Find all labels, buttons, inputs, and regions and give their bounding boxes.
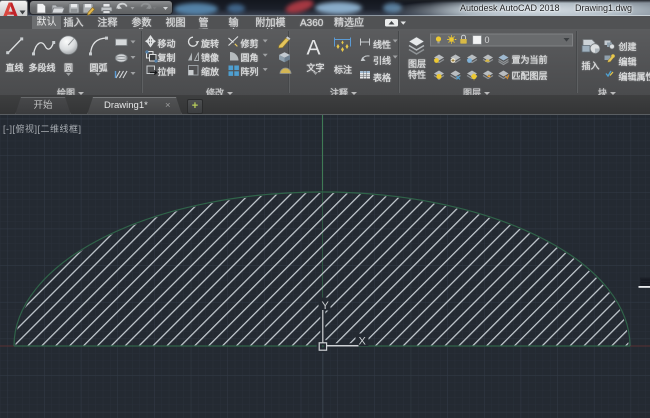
svg-text:X: X [359,336,367,348]
svg-text:Y: Y [322,300,330,312]
svg-text:A: A [307,36,321,59]
svg-text:0: 0 [485,35,490,45]
